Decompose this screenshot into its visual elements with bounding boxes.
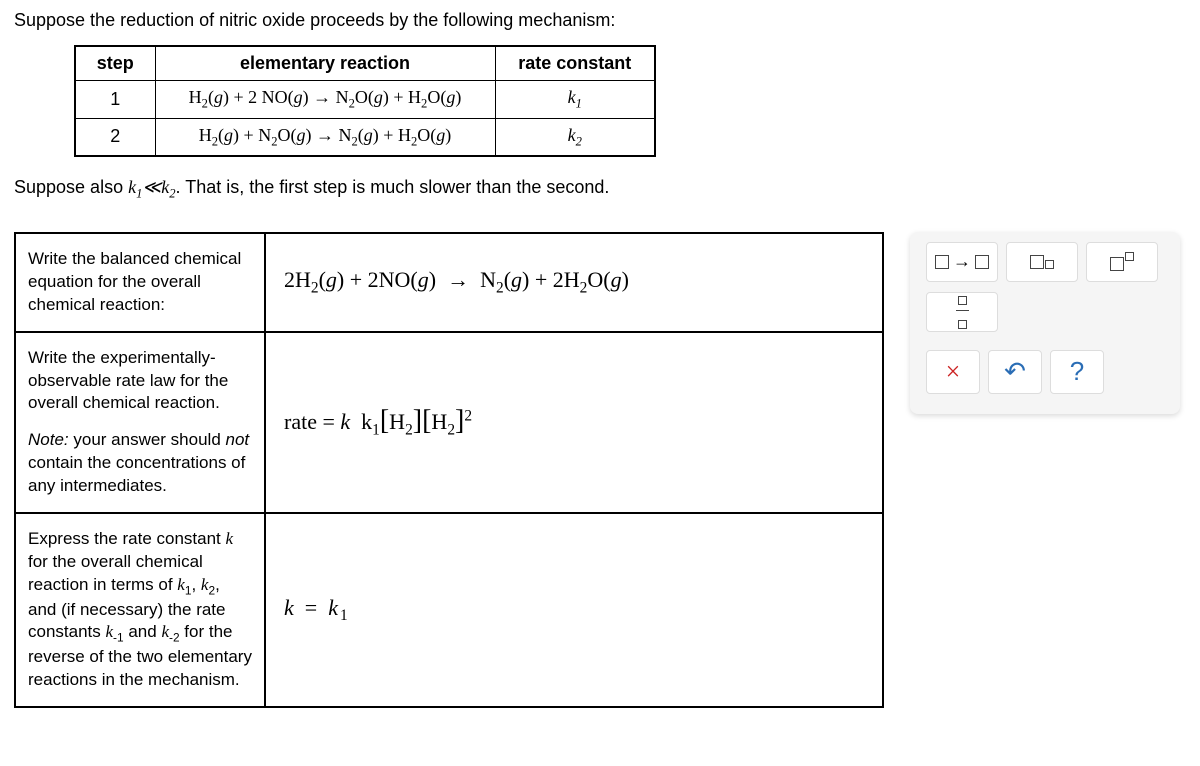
tool-subscript[interactable]: [1006, 242, 1078, 282]
mechanism-table: step elementary reaction rate constant 1…: [74, 45, 656, 157]
reaction-cell: H2(g) + 2 NO(g) → N2O(g) + H2O(g): [155, 81, 495, 119]
clear-button[interactable]: ×: [926, 350, 980, 394]
rate-cell: k2: [495, 118, 655, 156]
table-row: 1 H2(g) + 2 NO(g) → N2O(g) + H2O(g) k1: [75, 81, 655, 119]
col-reaction: elementary reaction: [155, 46, 495, 81]
tool-superscript[interactable]: [1086, 242, 1158, 282]
rate-cell: k1: [495, 81, 655, 119]
answer-table: Write the balanced chemical equation for…: [14, 232, 884, 708]
step-cell: 2: [75, 118, 155, 156]
suppose-text: Suppose also k1≪k2. That is, the first s…: [14, 177, 1186, 202]
answer-rate-law[interactable]: rate = k k1[H2][H2]2: [265, 332, 883, 514]
close-icon: ×: [946, 357, 961, 387]
prompt-overall-equation: Write the balanced chemical equation for…: [15, 233, 265, 332]
help-icon: ?: [1070, 356, 1084, 387]
intro-text: Suppose the reduction of nitric oxide pr…: [14, 10, 1186, 31]
col-step: step: [75, 46, 155, 81]
col-rate: rate constant: [495, 46, 655, 81]
tool-fraction[interactable]: [926, 292, 998, 332]
undo-button[interactable]: ↶: [988, 350, 1042, 394]
prompt-rate-constant: Express the rate constant k for the over…: [15, 513, 265, 707]
help-button[interactable]: ?: [1050, 350, 1104, 394]
answer-rate-constant[interactable]: k = k1: [265, 513, 883, 707]
arrow-icon: →: [953, 251, 971, 272]
undo-icon: ↶: [1004, 357, 1026, 387]
tool-arrow[interactable]: →: [926, 242, 998, 282]
answer-overall-equation[interactable]: 2H2(g) + 2NO(g) → N2(g) + 2H2O(g): [265, 233, 883, 332]
table-row: 2 H2(g) + N2O(g) → N2(g) + H2O(g) k2: [75, 118, 655, 156]
step-cell: 1: [75, 81, 155, 119]
equation-toolbox: → × ↶ ?: [910, 232, 1180, 414]
prompt-rate-law: Write the experimentally-observable rate…: [15, 332, 265, 514]
reaction-cell: H2(g) + N2O(g) → N2(g) + H2O(g): [155, 118, 495, 156]
